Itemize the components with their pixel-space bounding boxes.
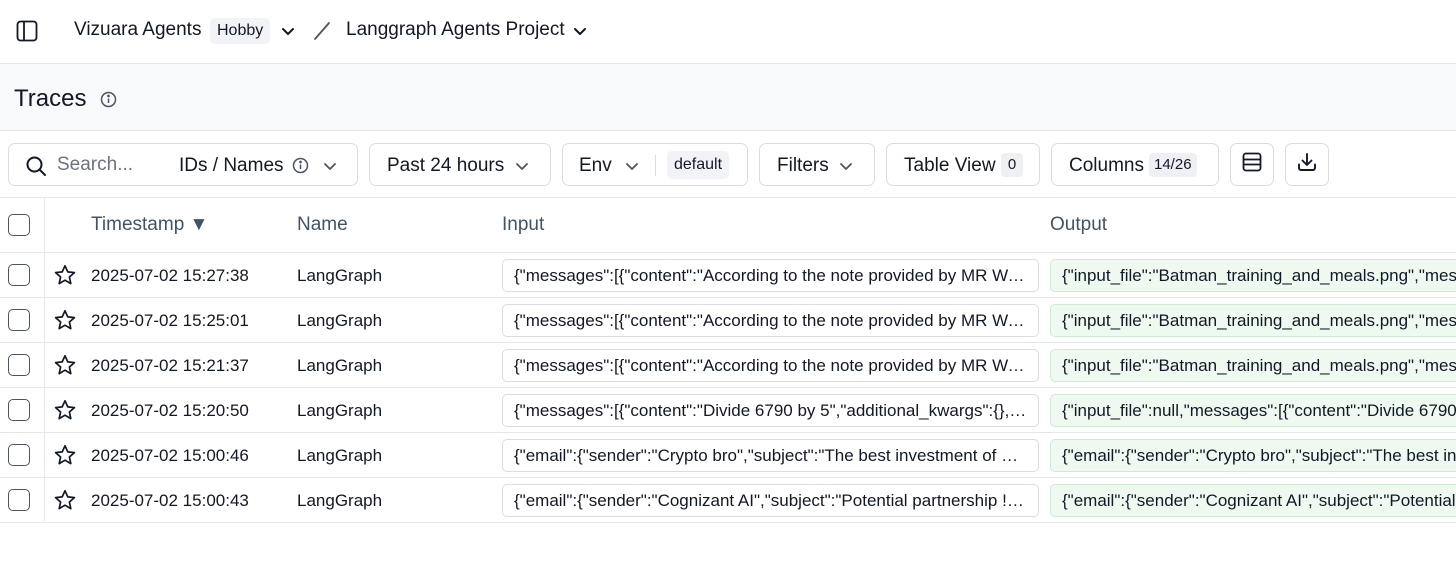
org-chevron-down-icon[interactable] [279, 22, 297, 45]
project-name[interactable]: Langgraph Agents Project [346, 19, 565, 41]
chevron-down-icon [514, 158, 530, 180]
table-row[interactable]: 2025-07-02 15:20:50 LangGraph {"messages… [0, 388, 1456, 433]
page-title: Traces [14, 85, 87, 112]
row-checkbox[interactable] [8, 444, 30, 466]
chevron-down-icon [624, 158, 640, 180]
row-timestamp: 2025-07-02 15:27:38 [91, 266, 249, 285]
table-row[interactable]: 2025-07-02 15:25:01 LangGraph {"messages… [0, 298, 1456, 343]
top-bar: Vizuara Agents Hobby Langgraph Agents Pr… [0, 0, 1456, 64]
row-output-preview[interactable]: {"email":{"sender":"Crypto bro","subject… [1050, 439, 1456, 472]
column-header-name[interactable]: Name [297, 214, 348, 236]
row-name: LangGraph [297, 311, 383, 330]
row-output-preview[interactable]: {"input_file":"Batman_training_and_meals… [1050, 349, 1456, 382]
plan-badge: Hobby [210, 18, 271, 44]
row-input-preview[interactable]: {"messages":[{"content":"According to th… [502, 304, 1039, 337]
row-output-preview[interactable]: {"input_file":null,"messages":[{"content… [1050, 394, 1456, 427]
row-height-button[interactable] [1230, 143, 1274, 186]
star-icon[interactable] [53, 398, 77, 427]
table-row[interactable]: 2025-07-02 15:27:38 LangGraph {"messages… [0, 253, 1456, 298]
project-chevron-down-icon[interactable] [571, 22, 589, 45]
star-icon[interactable] [53, 308, 77, 337]
row-timestamp: 2025-07-02 15:00:43 [91, 491, 249, 510]
row-height-icon [1241, 151, 1263, 179]
star-icon[interactable] [53, 443, 77, 472]
info-icon[interactable] [100, 91, 117, 113]
filters-button[interactable]: Filters [759, 143, 875, 186]
sidebar-toggle-icon[interactable] [14, 18, 40, 44]
select-all-checkbox[interactable] [8, 214, 30, 236]
row-output-preview[interactable]: {"input_file":"Batman_training_and_meals… [1050, 259, 1456, 292]
time-range-label: Past 24 hours [387, 155, 505, 176]
chevron-down-icon [838, 158, 854, 180]
time-range-select[interactable]: Past 24 hours [369, 143, 551, 186]
toolbar: IDs / Names Past 24 hours Env default Fi… [0, 131, 1456, 198]
star-icon[interactable] [53, 263, 77, 292]
filters-label: Filters [777, 155, 829, 176]
row-name: LangGraph [297, 491, 383, 510]
env-label: Env [579, 155, 612, 176]
search-mode-label[interactable]: IDs / Names [179, 155, 284, 177]
page-header: Traces [0, 64, 1456, 131]
row-checkbox[interactable] [8, 309, 30, 331]
table-row[interactable]: 2025-07-02 15:00:43 LangGraph {"email":{… [0, 478, 1456, 523]
row-input-preview[interactable]: {"messages":[{"content":"Divide 6790 by … [502, 394, 1039, 427]
row-input-preview[interactable]: {"email":{"sender":"Cognizant AI","subje… [502, 484, 1039, 517]
row-input-preview[interactable]: {"messages":[{"content":"According to th… [502, 259, 1039, 292]
row-name: LangGraph [297, 356, 383, 375]
star-icon[interactable] [53, 488, 77, 517]
row-checkbox[interactable] [8, 354, 30, 376]
columns-label: Columns [1069, 155, 1144, 176]
columns-button[interactable]: Columns 14/26 [1051, 143, 1219, 186]
row-input-preview[interactable]: {"messages":[{"content":"According to th… [502, 349, 1039, 382]
download-icon [1296, 151, 1318, 179]
search-icon [25, 155, 47, 183]
row-name: LangGraph [297, 401, 383, 420]
search-mode-chevron-down-icon[interactable] [322, 158, 338, 180]
row-timestamp: 2025-07-02 15:20:50 [91, 401, 249, 420]
env-value-badge: default [667, 151, 730, 179]
row-input-preview[interactable]: {"email":{"sender":"Crypto bro","subject… [502, 439, 1039, 472]
table-view-button[interactable]: Table View 0 [886, 143, 1040, 186]
download-button[interactable] [1285, 143, 1329, 186]
row-checkbox[interactable] [8, 489, 30, 511]
row-timestamp: 2025-07-02 15:25:01 [91, 311, 249, 330]
row-timestamp: 2025-07-02 15:21:37 [91, 356, 249, 375]
env-select[interactable]: Env default [562, 143, 748, 186]
row-checkbox[interactable] [8, 399, 30, 421]
row-name: LangGraph [297, 266, 383, 285]
search-input[interactable] [57, 152, 167, 178]
star-icon[interactable] [53, 353, 77, 382]
table-row[interactable]: 2025-07-02 15:00:46 LangGraph {"email":{… [0, 433, 1456, 478]
column-header-timestamp[interactable]: Timestamp ▼ [91, 214, 208, 236]
search-box: IDs / Names [8, 143, 358, 186]
row-output-preview[interactable]: {"email":{"sender":"Cognizant AI","subje… [1050, 484, 1456, 517]
row-timestamp: 2025-07-02 15:00:46 [91, 446, 249, 465]
table-row[interactable]: 2025-07-02 15:21:37 LangGraph {"messages… [0, 343, 1456, 388]
breadcrumb-separator-icon [312, 20, 332, 47]
table-header-row: Timestamp ▼ Name Input Output [0, 198, 1456, 253]
column-header-input[interactable]: Input [502, 214, 544, 236]
row-output-preview[interactable]: {"input_file":"Batman_training_and_meals… [1050, 304, 1456, 337]
env-divider [655, 155, 656, 176]
org-name[interactable]: Vizuara Agents [74, 19, 201, 41]
columns-count-badge: 14/26 [1149, 153, 1197, 177]
search-mode-info-icon[interactable] [292, 157, 309, 180]
row-checkbox[interactable] [8, 264, 30, 286]
table-view-label: Table View [904, 155, 996, 176]
row-name: LangGraph [297, 446, 383, 465]
column-header-output[interactable]: Output [1050, 214, 1107, 236]
table-view-count-badge: 0 [1001, 153, 1023, 177]
